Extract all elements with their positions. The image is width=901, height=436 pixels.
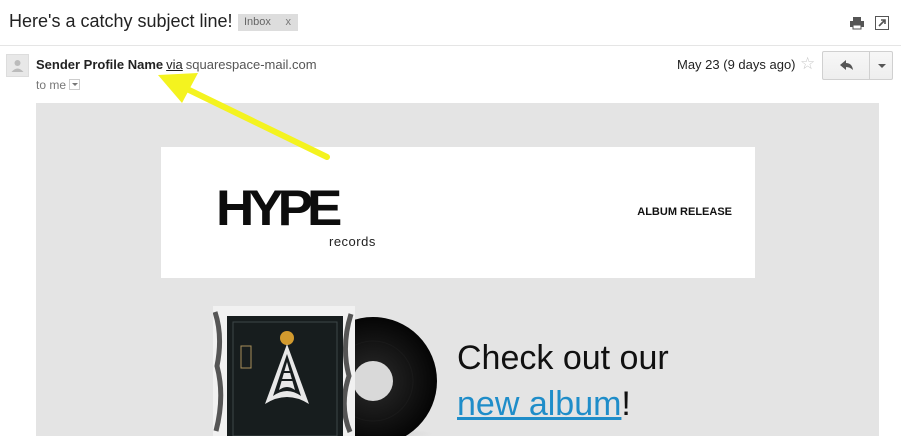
message-date: May 23 (9 days ago) [677,57,796,72]
email-header-card: HYPE records ALBUM RELEASE [161,147,755,278]
remove-label-button[interactable]: x [286,16,292,28]
album-release-tag: ALBUM RELEASE [637,206,732,218]
inbox-label[interactable]: Inbox x [238,14,298,31]
person-icon [11,60,24,72]
reply-icon [840,60,853,70]
logo-wordmark: HYPE [216,180,342,237]
star-icon[interactable]: ☆ [800,54,815,74]
headline-suffix: ! [621,385,631,423]
sender-avatar [6,54,29,77]
recipient-text: to me [36,78,67,92]
more-options-button[interactable] [869,51,893,80]
new-album-link[interactable]: new album [457,385,621,423]
sender-domain: squarespace-mail.com [185,57,317,72]
print-icon[interactable] [850,16,864,30]
headline: Check out our new album! [457,335,669,427]
recipient-line: to me [36,78,81,92]
details-dropdown-icon[interactable] [69,79,81,90]
inbox-label-text: Inbox [244,16,271,28]
headline-text: Check out our [457,339,669,377]
email-body: HYPE records ALBUM RELEASE Check out our… [36,103,879,436]
hype-records-logo[interactable]: HYPE records [216,180,381,257]
sender-name[interactable]: Sender Profile Name [36,57,163,72]
album-cover-image[interactable] [213,306,473,436]
email-subject: Here's a catchy subject line! [9,11,233,31]
sender-line: Sender Profile Name via squarespace-mail.c… [36,57,317,72]
subject-row: Here's a catchy subject line! Inbox x [0,0,901,46]
reply-button[interactable] [822,51,870,80]
new-window-icon[interactable] [875,16,889,30]
via-link[interactable]: via [166,57,183,72]
logo-subtext: records [329,234,376,249]
